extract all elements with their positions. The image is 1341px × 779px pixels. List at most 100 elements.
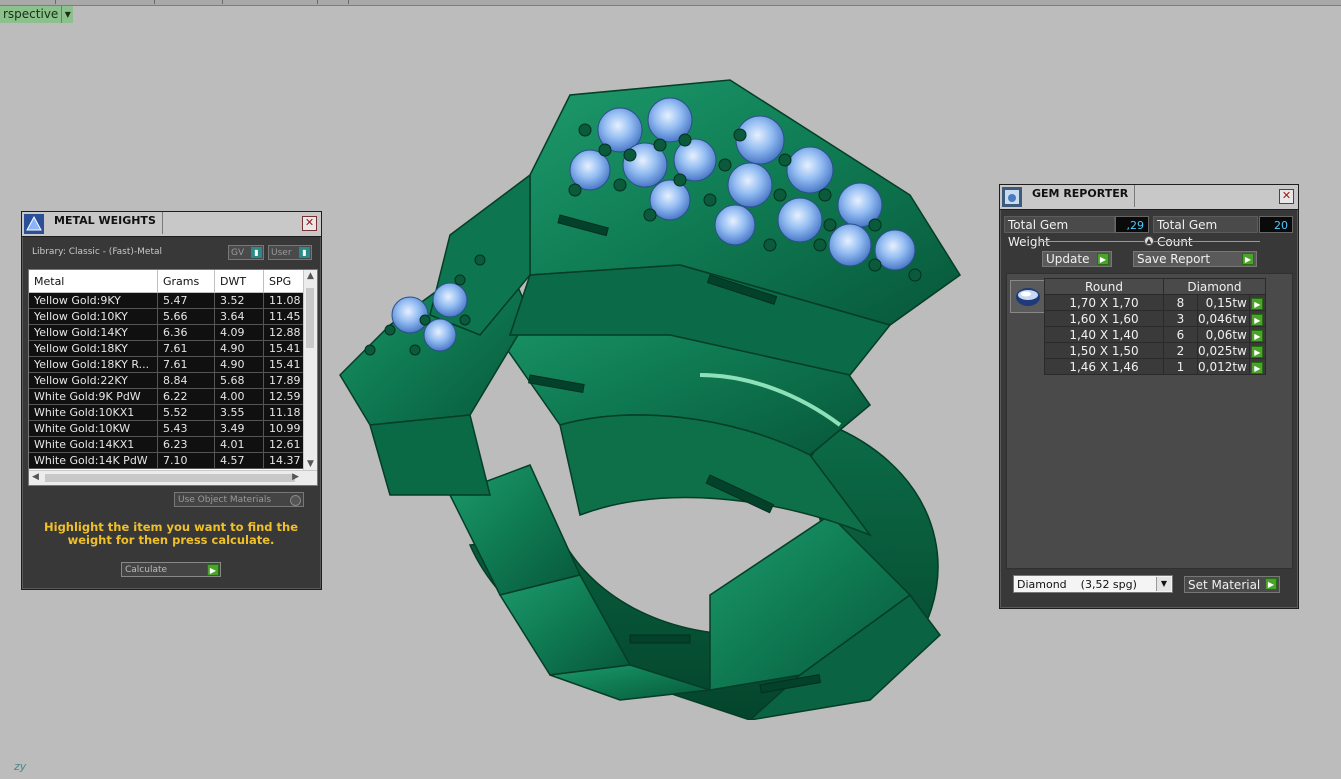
table-cell[interactable]: Yellow Gold:9KY bbox=[29, 292, 158, 309]
table-row[interactable]: White Gold:14K PdW 7.10 4.57 14.37 bbox=[29, 452, 315, 469]
user-select[interactable]: User ▮ bbox=[268, 245, 312, 260]
vertical-scrollbar[interactable]: ▲ ▼ bbox=[303, 270, 317, 470]
close-icon[interactable]: ✕ bbox=[1279, 189, 1294, 204]
play-icon[interactable]: ▶ bbox=[1251, 361, 1264, 374]
scroll-right-icon[interactable]: ▶ bbox=[292, 472, 299, 482]
material-select[interactable]: Diamond (3,52 spg) ▼ bbox=[1013, 575, 1173, 593]
play-icon[interactable]: ▶ bbox=[1251, 329, 1264, 342]
set-material-button[interactable]: Set Material ▶ bbox=[1184, 576, 1280, 593]
table-row[interactable]: White Gold:9K PdW 6.22 4.00 12.59 bbox=[29, 388, 315, 405]
table-cell[interactable]: 7.61 bbox=[157, 356, 215, 373]
table-cell[interactable]: Yellow Gold:18KY R... bbox=[29, 356, 158, 373]
gem-reporter-icon bbox=[1002, 187, 1022, 207]
gem-row[interactable]: 1,70 X 1,70 8 0,15tw ▶ bbox=[1044, 294, 1266, 311]
metal-weights-titlebar[interactable]: METAL WEIGHTS ✕ bbox=[22, 212, 321, 237]
table-row[interactable]: Yellow Gold:14KY 6.36 4.09 12.88 bbox=[29, 324, 315, 341]
column-header[interactable]: Metal bbox=[29, 270, 158, 293]
scroll-thumb[interactable] bbox=[45, 474, 295, 482]
collapse-icon[interactable]: ▲ bbox=[1144, 236, 1154, 246]
chevron-down-icon[interactable]: ▼ bbox=[61, 6, 74, 23]
table-cell[interactable]: 4.00 bbox=[214, 388, 264, 405]
table-cell[interactable]: 6.23 bbox=[157, 436, 215, 453]
scroll-left-icon[interactable]: ◀ bbox=[32, 472, 39, 482]
play-icon[interactable]: ▶ bbox=[1265, 578, 1277, 590]
select-gem-button[interactable]: ▶ bbox=[1248, 294, 1266, 311]
table-cell[interactable]: 7.10 bbox=[157, 452, 215, 469]
gv-select[interactable]: GV ▮ bbox=[228, 245, 264, 260]
table-cell[interactable]: 3.52 bbox=[214, 292, 264, 309]
ring-3d-model[interactable] bbox=[330, 75, 970, 720]
play-icon[interactable]: ▶ bbox=[1251, 313, 1264, 326]
table-cell[interactable]: 5.47 bbox=[157, 292, 215, 309]
metal-table[interactable]: Metal Grams DWT SPG Yellow Gold:9KY 5.47 3… bbox=[28, 269, 318, 486]
gem-row[interactable]: 1,50 X 1,50 2 0,025tw ▶ bbox=[1044, 342, 1266, 359]
table-row[interactable]: White Gold:10KX1 5.52 3.55 11.18 bbox=[29, 404, 315, 421]
update-button[interactable]: Update ▶ bbox=[1042, 251, 1112, 267]
viewport-label-text[interactable]: rspective bbox=[0, 6, 62, 23]
table-cell[interactable]: 4.90 bbox=[214, 356, 264, 373]
table-cell[interactable]: 6.36 bbox=[157, 324, 215, 341]
use-object-materials-toggle[interactable]: Use Object Materials bbox=[174, 492, 304, 507]
table-row[interactable]: Yellow Gold:22KY 8.84 5.68 17.89 bbox=[29, 372, 315, 389]
calculate-button[interactable]: Calculate ▶ bbox=[121, 562, 221, 577]
horizontal-scrollbar[interactable]: ◀ ▶ bbox=[29, 470, 317, 485]
scroll-thumb[interactable] bbox=[306, 288, 314, 348]
scroll-down-icon[interactable]: ▼ bbox=[307, 459, 314, 469]
table-cell[interactable]: 7.61 bbox=[157, 340, 215, 357]
gem-row[interactable]: 1,46 X 1,46 1 0,012tw ▶ bbox=[1044, 358, 1266, 375]
play-icon[interactable]: ▶ bbox=[1242, 253, 1254, 265]
close-icon[interactable]: ✕ bbox=[302, 216, 317, 231]
gem-reporter-titlebar[interactable]: GEM REPORTER ✕ bbox=[1000, 185, 1298, 210]
table-cell[interactable]: 4.01 bbox=[214, 436, 264, 453]
select-gem-button[interactable]: ▶ bbox=[1248, 310, 1266, 327]
select-gem-button[interactable]: ▶ bbox=[1248, 342, 1266, 359]
table-cell[interactable]: 6.22 bbox=[157, 388, 215, 405]
calculate-label: Calculate bbox=[125, 565, 168, 575]
gem-weight: 0,06tw bbox=[1197, 326, 1250, 343]
viewport-label[interactable]: rspective ▼ bbox=[0, 6, 74, 23]
table-cell[interactable]: White Gold:10KX1 bbox=[29, 404, 158, 421]
dropdown-icon[interactable]: ▮ bbox=[299, 247, 310, 258]
table-row[interactable]: Yellow Gold:18KY R... 7.61 4.90 15.41 bbox=[29, 356, 315, 373]
total-gem-count-label: Total Gem Count bbox=[1153, 216, 1258, 249]
table-row[interactable]: Yellow Gold:18KY 7.61 4.90 15.41 bbox=[29, 340, 315, 357]
column-header[interactable]: DWT bbox=[214, 270, 264, 293]
table-cell[interactable]: White Gold:14KX1 bbox=[29, 436, 158, 453]
table-cell[interactable]: Yellow Gold:14KY bbox=[29, 324, 158, 341]
scroll-up-icon[interactable]: ▲ bbox=[307, 271, 314, 281]
table-cell[interactable]: 5.66 bbox=[157, 308, 215, 325]
select-gem-button[interactable]: ▶ bbox=[1248, 326, 1266, 343]
table-cell[interactable]: Yellow Gold:18KY bbox=[29, 340, 158, 357]
chevron-down-icon[interactable]: ▼ bbox=[1156, 577, 1171, 591]
table-cell[interactable]: 5.68 bbox=[214, 372, 264, 389]
radio-icon[interactable] bbox=[290, 495, 301, 506]
table-row[interactable]: Yellow Gold:9KY 5.47 3.52 11.08 bbox=[29, 292, 315, 309]
table-cell[interactable]: White Gold:9K PdW bbox=[29, 388, 158, 405]
table-cell[interactable]: 5.43 bbox=[157, 420, 215, 437]
gem-row[interactable]: 1,40 X 1,40 6 0,06tw ▶ bbox=[1044, 326, 1266, 343]
play-icon[interactable]: ▶ bbox=[207, 564, 219, 576]
table-cell[interactable]: 5.52 bbox=[157, 404, 215, 421]
play-icon[interactable]: ▶ bbox=[1251, 297, 1264, 310]
play-icon[interactable]: ▶ bbox=[1097, 253, 1109, 265]
table-cell[interactable]: 3.49 bbox=[214, 420, 264, 437]
column-header[interactable]: Grams bbox=[157, 270, 215, 293]
table-row[interactable]: White Gold:10KW 5.43 3.49 10.99 bbox=[29, 420, 315, 437]
table-cell[interactable]: Yellow Gold:22KY bbox=[29, 372, 158, 389]
select-gem-button[interactable]: ▶ bbox=[1248, 358, 1266, 375]
dropdown-icon[interactable]: ▮ bbox=[251, 247, 262, 258]
table-row[interactable]: White Gold:14KX1 6.23 4.01 12.61 bbox=[29, 436, 315, 453]
table-cell[interactable]: 3.64 bbox=[214, 308, 264, 325]
table-row[interactable]: Yellow Gold:10KY 5.66 3.64 11.45 bbox=[29, 308, 315, 325]
gem-row[interactable]: 1,60 X 1,60 3 0,046tw ▶ bbox=[1044, 310, 1266, 327]
play-icon[interactable]: ▶ bbox=[1251, 345, 1264, 358]
table-cell[interactable]: 8.84 bbox=[157, 372, 215, 389]
table-cell[interactable]: 4.57 bbox=[214, 452, 264, 469]
table-cell[interactable]: 4.09 bbox=[214, 324, 264, 341]
table-cell[interactable]: White Gold:14K PdW bbox=[29, 452, 158, 469]
table-cell[interactable]: 3.55 bbox=[214, 404, 264, 421]
save-report-button[interactable]: Save Report ▶ bbox=[1133, 251, 1257, 267]
table-cell[interactable]: 4.90 bbox=[214, 340, 264, 357]
table-cell[interactable]: Yellow Gold:10KY bbox=[29, 308, 158, 325]
table-cell[interactable]: White Gold:10KW bbox=[29, 420, 158, 437]
